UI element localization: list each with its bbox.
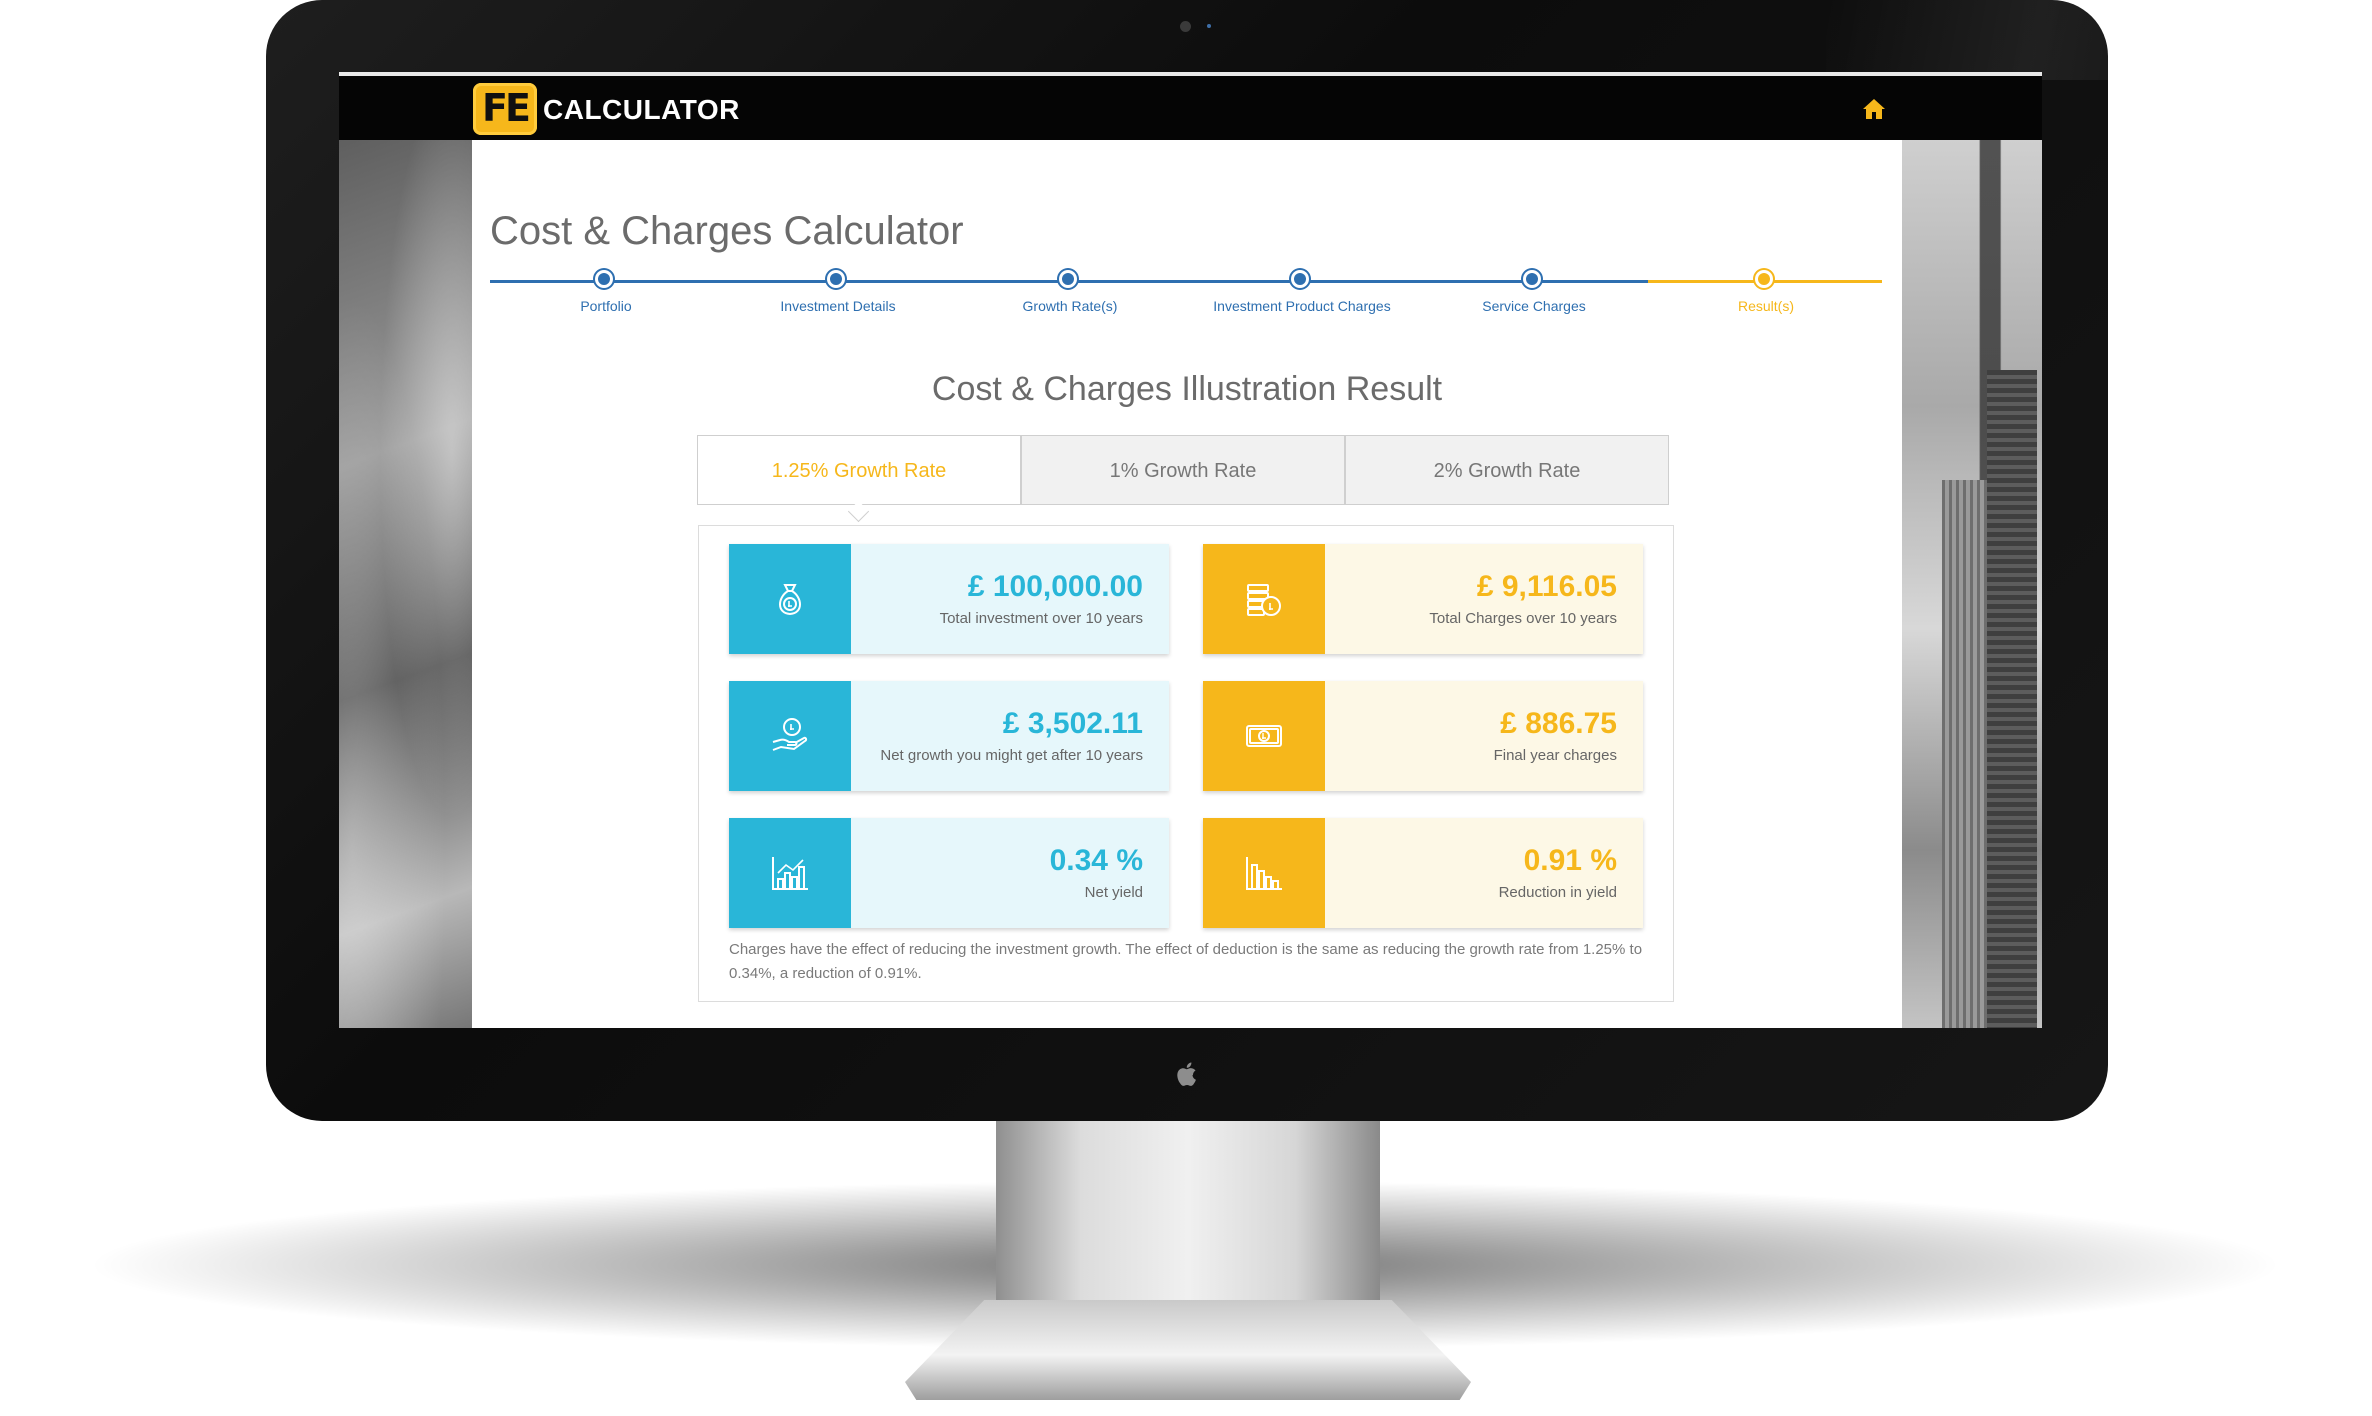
- reduction-in-yield-caption: Reduction in yield: [1498, 884, 1617, 901]
- section-title: Cost & Charges Illustration Result: [931, 370, 1443, 408]
- bezel-gloss: [1826, 0, 2246, 80]
- growth-rate-tabs: 1.25% Growth Rate 1% Growth Rate 2% Grow…: [697, 435, 1673, 523]
- logo-mark: FE: [482, 86, 531, 130]
- bar-chart-up-icon: [729, 818, 851, 928]
- banknote-icon: [1203, 681, 1325, 791]
- total-investment-value: £ 100,000.00: [967, 570, 1143, 603]
- fe-logo[interactable]: FE: [473, 83, 537, 135]
- top-navigation-bar: FE CALCULATOR: [339, 76, 2042, 140]
- monitor-stand-foot: [905, 1300, 1471, 1400]
- step-dot: [1062, 273, 1074, 285]
- total-charges-value: £ 9,116.05: [1476, 570, 1617, 603]
- camera-led: [1207, 24, 1211, 28]
- step-label: Result(s): [1737, 298, 1794, 314]
- tab-1-growth-rate[interactable]: 1% Growth Rate: [1021, 435, 1345, 505]
- monitor-stand-neck: [996, 1118, 1380, 1328]
- step-label: Investment Product Charges: [1213, 298, 1391, 314]
- tab-1-25-growth-rate[interactable]: 1.25% Growth Rate: [697, 435, 1021, 505]
- step-dot: [598, 273, 610, 285]
- reduction-in-yield-value: 0.91 %: [1523, 844, 1617, 877]
- final-year-charges-card: £ 886.75 Final year charges: [1203, 681, 1643, 791]
- step-label: Service Charges: [1482, 298, 1586, 314]
- final-year-charges-caption: Final year charges: [1493, 747, 1617, 764]
- step-dot: [1758, 273, 1770, 285]
- total-investment-card: £ 100,000.00 Total investment over 10 ye…: [729, 544, 1169, 654]
- logo-text: CALCULATOR: [543, 94, 740, 125]
- camera-icon: [1180, 21, 1191, 32]
- main-content: Cost & Charges Calculator Portfolio Inve…: [472, 140, 1902, 1028]
- step-dot: [1526, 273, 1538, 285]
- net-yield-value: 0.34 %: [1049, 844, 1143, 877]
- total-investment-caption: Total investment over 10 years: [939, 610, 1143, 627]
- step-label: Growth Rate(s): [1022, 298, 1118, 314]
- bar-chart-down-icon: [1203, 818, 1325, 928]
- net-yield-card: 0.34 % Net yield: [729, 818, 1169, 928]
- background-photo-right: [1902, 140, 2042, 1028]
- step-label: Portfolio: [580, 298, 632, 314]
- total-charges-caption: Total Charges over 10 years: [1429, 610, 1617, 627]
- page-title: Cost & Charges Calculator: [490, 208, 964, 253]
- reduction-in-yield-card: 0.91 % Reduction in yield: [1203, 818, 1643, 928]
- screen: FE CALCULATOR Cost & Charges Calculator …: [339, 72, 2042, 1028]
- apple-logo-icon: [1177, 1062, 1196, 1086]
- money-bag-icon: [729, 544, 851, 654]
- net-growth-value: £ 3,502.11: [1002, 707, 1143, 740]
- final-year-charges-value: £ 886.75: [1500, 707, 1617, 740]
- home-icon[interactable]: [1861, 96, 1887, 122]
- tab-2-growth-rate[interactable]: 2% Growth Rate: [1345, 435, 1669, 505]
- net-growth-card: £ 3,502.11 Net growth you might get afte…: [729, 681, 1169, 791]
- hand-coin-icon: [729, 681, 851, 791]
- results-panel: £ 100,000.00 Total investment over 10 ye…: [698, 525, 1674, 1002]
- background-building: [1987, 370, 2037, 1028]
- step-dot: [1294, 273, 1306, 285]
- step-label: Investment Details: [780, 298, 896, 314]
- explanation-note: Charges have the effect of reducing the …: [729, 941, 1643, 982]
- net-yield-caption: Net yield: [1084, 884, 1143, 901]
- step-dot: [830, 273, 842, 285]
- background-photo-left: [339, 140, 472, 1028]
- total-charges-card: £ 9,116.05 Total Charges over 10 years: [1203, 544, 1643, 654]
- net-growth-caption: Net growth you might get after 10 years: [880, 747, 1143, 764]
- progress-stepper: Portfolio Investment Details Growth Rate…: [490, 266, 1882, 326]
- coins-icon: [1203, 544, 1325, 654]
